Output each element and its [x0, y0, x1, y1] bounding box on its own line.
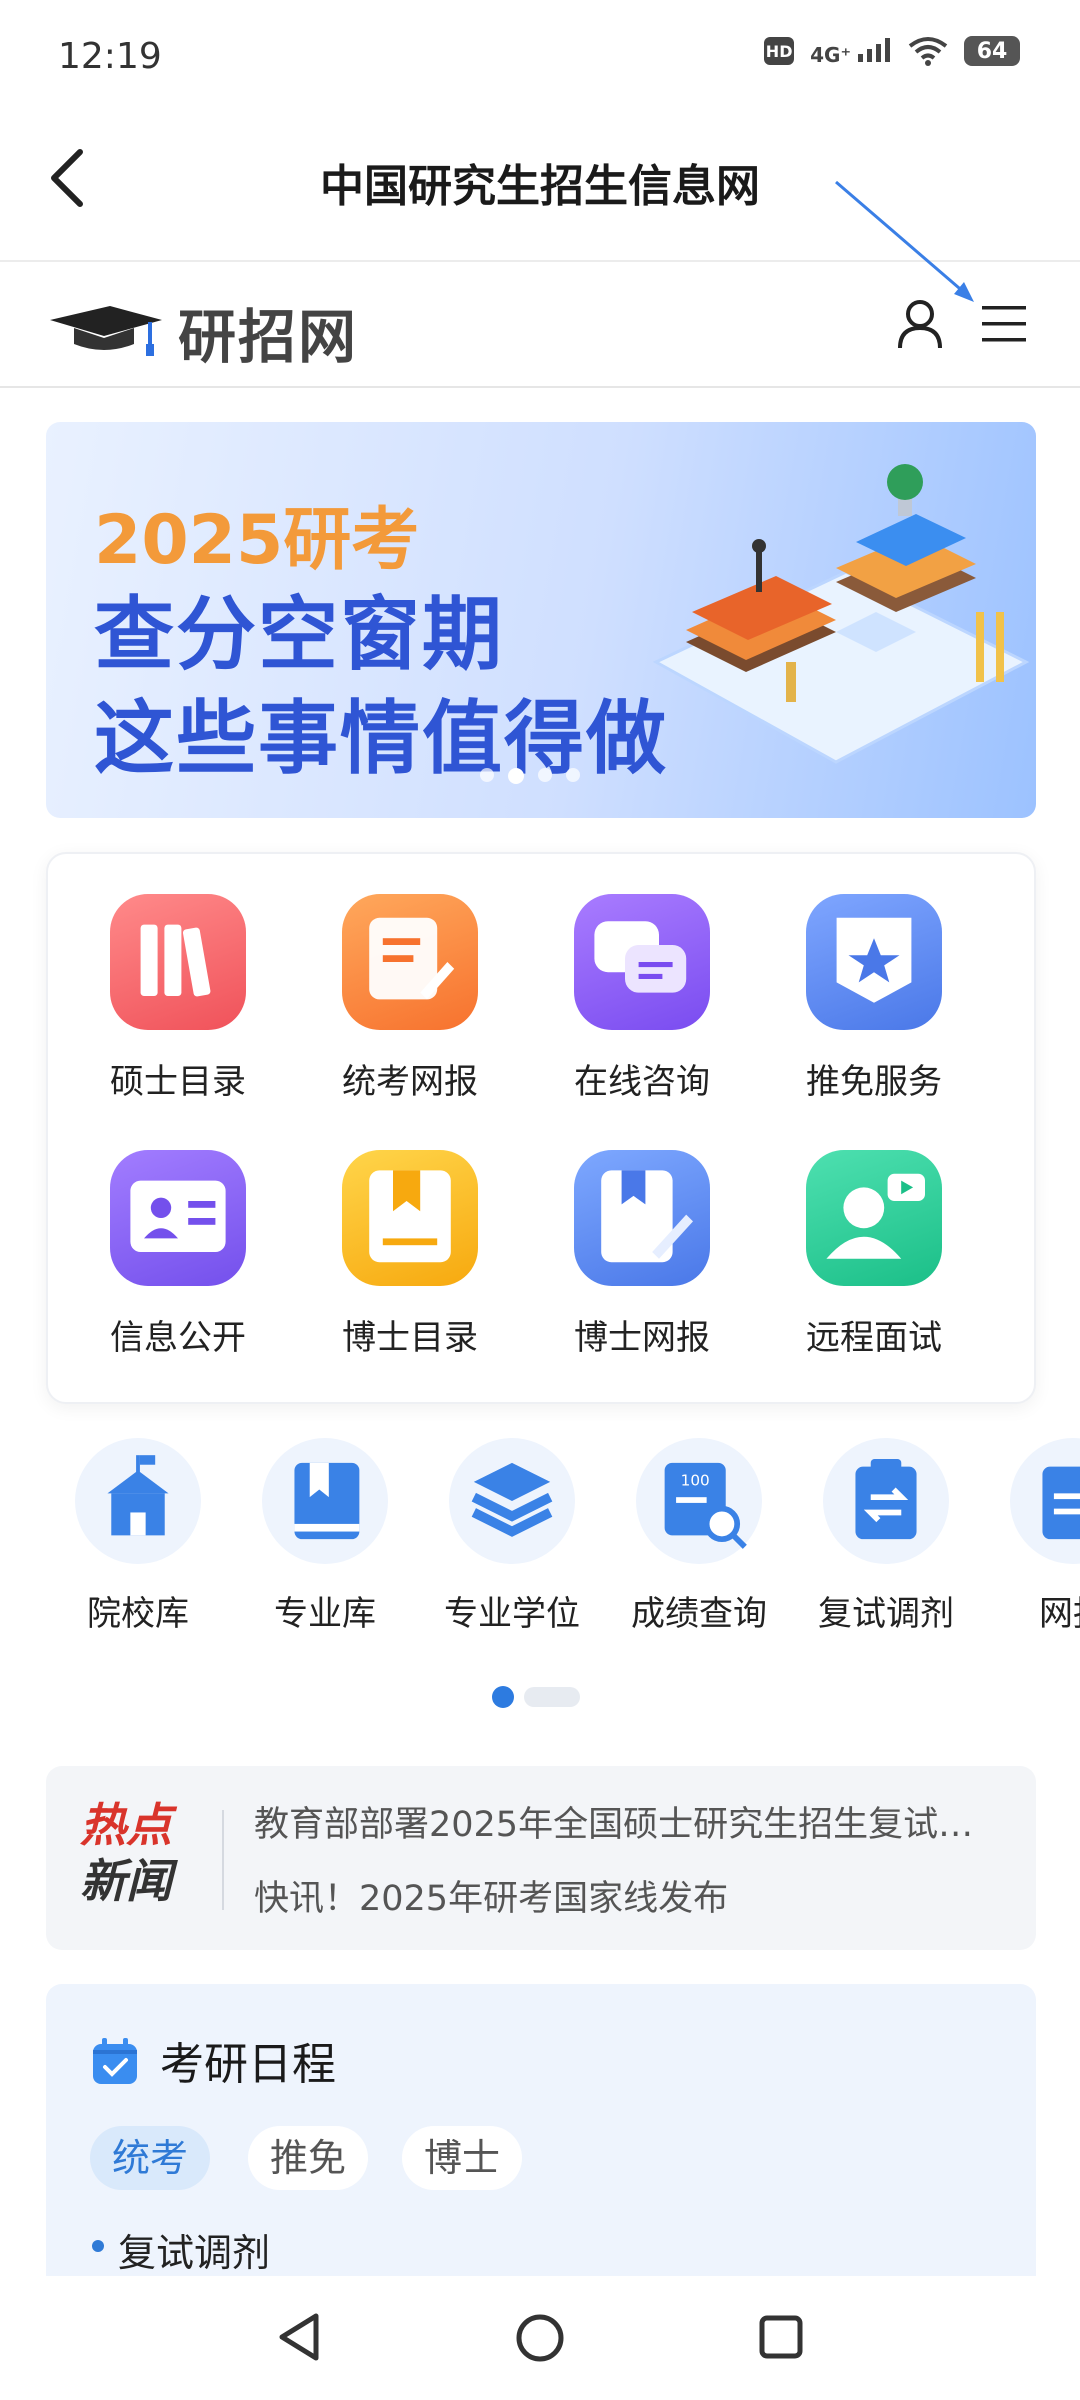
- news-item[interactable]: 快讯！2025年研考国家线发布: [254, 1870, 1014, 1921]
- divider: [222, 1810, 224, 1910]
- service-label: 在线咨询: [574, 1062, 710, 1102]
- screen: 12:19 HD 4G⁺ 64 中国研究生招生信息网 研招网 2025研考 查分…: [0, 0, 1080, 2400]
- score-search-icon: 100: [636, 1438, 762, 1564]
- bullet: [92, 2240, 104, 2252]
- books-illustration-icon: [652, 464, 1030, 764]
- quick-link-label: 复试调剂: [818, 1594, 954, 1634]
- carousel-indicator[interactable]: [480, 768, 580, 784]
- service-6[interactable]: 博士目录: [310, 1150, 510, 1359]
- battery-level: 64: [976, 38, 1008, 64]
- services-grid: 硕士目录 统考网报 在线咨询 推免服务信息公开 博士目录 博士网报 远程面试: [46, 852, 1036, 1404]
- schedule-title: 考研日程: [160, 2039, 336, 2090]
- menu-icon[interactable]: [980, 302, 1028, 346]
- layers-icon: [449, 1438, 575, 1564]
- banner-headline-1: 查分空窗期: [94, 588, 504, 681]
- service-label: 博士网报: [574, 1318, 710, 1358]
- star-badge-icon: [806, 894, 942, 1030]
- battery-icon: 64: [964, 36, 1020, 66]
- service-label: 信息公开: [110, 1318, 246, 1358]
- carousel-dot[interactable]: [480, 768, 494, 782]
- news-item[interactable]: 教育部部署2025年全国硕士研究生招生复试…: [254, 1796, 1014, 1847]
- quick-link-2[interactable]: 专业库: [235, 1438, 415, 1635]
- hot-news-logo: 热点 新闻: [80, 1802, 172, 1904]
- service-label: 硕士目录: [110, 1062, 246, 1102]
- schedule-tab-tongkao[interactable]: 统考: [90, 2126, 211, 2190]
- calendar-check-icon: [93, 2038, 137, 2084]
- quick-links-row[interactable]: 院校库 专业库 专业学位 100 成绩查询 复试调剂 网报: [0, 1438, 1080, 1668]
- service-3[interactable]: 在线咨询: [542, 894, 742, 1103]
- hot-news-logo-line2: 新闻: [80, 1854, 172, 1908]
- school-icon: [75, 1438, 201, 1564]
- service-label: 统考网报: [342, 1062, 478, 1102]
- wifi-icon: [908, 37, 948, 66]
- carousel-dot[interactable]: [566, 768, 580, 782]
- quick-link-label: 院校库: [87, 1594, 189, 1634]
- quick-link-6[interactable]: 网报: [983, 1438, 1080, 1635]
- banner-year: 2025研考: [94, 501, 420, 580]
- service-5[interactable]: 信息公开: [78, 1150, 278, 1359]
- quick-link-4[interactable]: 100 成绩查询: [609, 1438, 789, 1635]
- video-user-icon: [806, 1150, 942, 1286]
- service-label: 远程面试: [806, 1318, 942, 1358]
- quick-link-label: 专业库: [274, 1594, 376, 1634]
- quick-link-label: 成绩查询: [631, 1594, 767, 1634]
- quick-link-1[interactable]: 院校库: [48, 1438, 228, 1635]
- schedule-tab-boshi[interactable]: 博士: [402, 2126, 523, 2190]
- divider: [0, 386, 1080, 388]
- transfer-icon: [823, 1438, 949, 1564]
- carousel-dot-active[interactable]: [508, 768, 524, 784]
- id-card-icon: [110, 1150, 246, 1286]
- signal-bars-icon: [858, 37, 890, 62]
- nav-back-icon[interactable]: [276, 2312, 322, 2362]
- schedule-item[interactable]: 复试调剂: [118, 2222, 270, 2277]
- status-icons: HD 4G⁺ 64: [764, 36, 1020, 66]
- exam-schedule: 考研日程 统考 推免 博士 复试调剂: [46, 1984, 1036, 2304]
- hot-news: 热点 新闻 教育部部署2025年全国硕士研究生招生复试… 快讯！2025年研考国…: [46, 1766, 1036, 1950]
- quick-link-3[interactable]: 专业学位: [422, 1438, 602, 1635]
- nav-recents-icon[interactable]: [758, 2314, 804, 2360]
- book-icon: [262, 1438, 388, 1564]
- quick-link-label: 专业学位: [444, 1594, 580, 1634]
- carousel-dot[interactable]: [538, 768, 552, 782]
- books-icon: [110, 894, 246, 1030]
- schedule-tab-tuimian[interactable]: 推免: [248, 2126, 369, 2190]
- annotation-arrow-icon: [835, 180, 974, 302]
- service-4[interactable]: 推免服务: [774, 894, 974, 1103]
- hot-news-logo-line1: 热点: [80, 1798, 172, 1852]
- pager-dot: [524, 1687, 580, 1707]
- quick-link-label: 网报: [1039, 1594, 1080, 1634]
- service-label: 博士目录: [342, 1318, 478, 1358]
- quick-link-5[interactable]: 复试调剂: [796, 1438, 976, 1635]
- graduation-cap-icon: [50, 306, 162, 356]
- quick-links-pager[interactable]: [492, 1686, 580, 1708]
- site-logo-text[interactable]: 研招网: [178, 290, 358, 374]
- service-1[interactable]: 硕士目录: [78, 894, 278, 1103]
- service-7[interactable]: 博士网报: [542, 1150, 742, 1359]
- edit-doc-icon: [342, 894, 478, 1030]
- chat-icon: [574, 894, 710, 1030]
- clipboard-icon: [1010, 1438, 1080, 1564]
- service-2[interactable]: 统考网报: [310, 894, 510, 1103]
- status-time: 12:19: [58, 36, 162, 77]
- banner-headline-2: 这些事情值得做: [94, 692, 668, 785]
- bookmark-book-icon: [342, 1150, 478, 1286]
- svg-text:100: 100: [681, 1472, 710, 1490]
- signal-icon: 4G⁺: [810, 37, 892, 67]
- network-type: 4G⁺: [810, 42, 852, 67]
- service-8[interactable]: 远程面试: [774, 1150, 974, 1359]
- service-label: 推免服务: [806, 1062, 942, 1102]
- book-pen-icon: [574, 1150, 710, 1286]
- promo-banner[interactable]: 2025研考 查分空窗期 这些事情值得做: [46, 422, 1036, 818]
- hd-icon: HD: [764, 37, 795, 65]
- nav-home-icon[interactable]: [514, 2312, 566, 2364]
- pager-dot-active: [492, 1686, 514, 1708]
